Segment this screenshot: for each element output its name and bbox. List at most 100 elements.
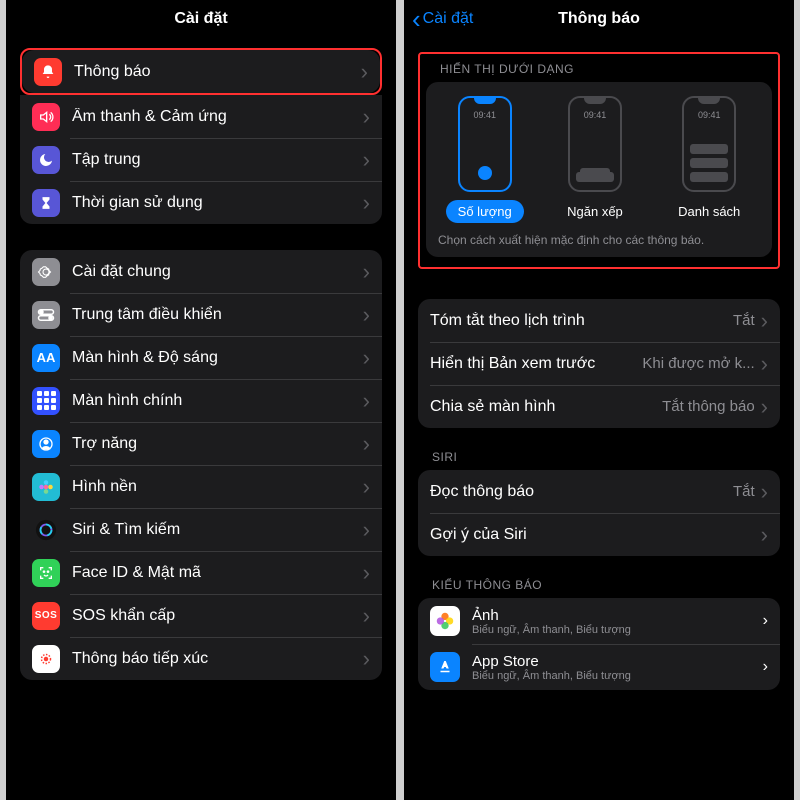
chevron-left-icon: ‹ — [412, 6, 421, 32]
chevron-right-icon: › — [363, 106, 370, 128]
app-name: App Store — [472, 653, 763, 670]
settings-row-controlcenter[interactable]: Trung tâm điều khiển › — [20, 293, 382, 336]
moon-icon — [32, 146, 60, 174]
row-value: Tắt — [733, 483, 755, 500]
app-row[interactable]: App StoreBiểu ngữ, Âm thanh, Biểu tượng› — [418, 644, 780, 690]
row-label: Tập trung — [72, 151, 357, 169]
nav-bar: ‹ Cài đặt Thông báo — [404, 0, 794, 38]
nav-title: Cài đặt — [174, 10, 227, 28]
app-sub: Biểu ngữ, Âm thanh, Biểu tượng — [472, 624, 763, 636]
highlight-box: HIỂN THỊ DƯỚI DẠNG09:41Số lượng09:41Ngăn… — [418, 52, 780, 269]
nav-title: Thông báo — [558, 10, 640, 28]
row-value: Tắt thông báo — [662, 398, 755, 415]
chevron-right-icon: › — [363, 347, 370, 369]
settings-row-siri[interactable]: Siri & Tìm kiếm › — [20, 508, 382, 551]
row-label: Hiển thị Bản xem trước — [430, 355, 634, 373]
gear-icon — [32, 258, 60, 286]
settings-row[interactable]: Tóm tắt theo lịch trìnhTắt› — [418, 299, 780, 342]
row-label: Trung tâm điều khiển — [72, 306, 357, 324]
chevron-right-icon: › — [363, 605, 370, 627]
display-option-list[interactable]: 09:41 Danh sách — [666, 96, 752, 223]
row-label: Màn hình chính — [72, 392, 357, 410]
exposure-icon — [32, 645, 60, 673]
row-label: Chia sẻ màn hình — [430, 398, 654, 416]
settings-row[interactable]: Chia sẻ màn hình Tắt thông báo › — [418, 385, 780, 428]
chevron-right-icon: › — [363, 519, 370, 541]
settings-row-faceid[interactable]: Face ID & Mật mã › — [20, 551, 382, 594]
settings-row-sounds[interactable]: Âm thanh & Cảm ứng› — [20, 95, 382, 138]
phone-preview-icon: 09:41 — [458, 96, 512, 192]
section-header-siri: SIRI — [432, 450, 776, 464]
notification-style-group: ẢnhBiểu ngữ, Âm thanh, Biểu tượng›App St… — [418, 598, 780, 690]
display-option-label: Số lượng — [446, 200, 524, 223]
siri-icon — [32, 516, 60, 544]
siri-group: Đọc thông báoTắt›Gợi ý của Siri› — [418, 470, 780, 556]
chevron-right-icon: › — [363, 149, 370, 171]
chevron-right-icon: › — [363, 433, 370, 455]
row-label: Cài đặt chung — [72, 263, 357, 281]
section-header-display-as: HIỂN THỊ DƯỚI DẠNG — [440, 62, 768, 76]
row-label: Thời gian sử dụng — [72, 194, 357, 212]
back-button[interactable]: ‹ Cài đặt — [412, 0, 473, 38]
settings-row[interactable]: Hiển thị Bản xem trước Khi được mở k... › — [418, 342, 780, 385]
display-option-label: Danh sách — [666, 200, 752, 223]
chevron-right-icon: › — [363, 390, 370, 412]
row-label: Face ID & Mật mã — [72, 564, 357, 582]
face-icon — [32, 559, 60, 587]
app-meta: ẢnhBiểu ngữ, Âm thanh, Biểu tượng — [472, 607, 763, 636]
highlight-box: Thông báo › — [20, 48, 382, 95]
notifications-screen: ‹ Cài đặt Thông báo HIỂN THỊ DƯỚI DẠNG 09… — [404, 0, 794, 800]
settings-row-screentime[interactable]: Thời gian sử dụng › — [20, 181, 382, 224]
chevron-right-icon: › — [361, 61, 368, 83]
hourglass-icon — [32, 189, 60, 217]
display-option-label: Ngăn xếp — [555, 200, 635, 223]
row-label: Thông báo tiếp xúc — [72, 650, 357, 668]
app-sub: Biểu ngữ, Âm thanh, Biểu tượng — [472, 670, 763, 682]
AA-icon: AA — [32, 344, 60, 372]
settings-row-display[interactable]: AA Màn hình & Độ sáng › — [20, 336, 382, 379]
person-icon — [32, 430, 60, 458]
chevron-right-icon: › — [761, 396, 768, 418]
settings-row-accessibility[interactable]: Trợ năng› — [20, 422, 382, 465]
settings-row-wallpaper[interactable]: Hình nền› — [20, 465, 382, 508]
bell-icon — [34, 58, 62, 86]
chevron-right-icon: › — [761, 310, 768, 332]
notification-settings-group: Tóm tắt theo lịch trìnhTắt›Hiển thị Bản … — [418, 299, 780, 428]
app-name: Ảnh — [472, 607, 763, 624]
settings-group: Âm thanh & Cảm ứng›Tập trung›Thời gian s… — [20, 95, 382, 224]
flower-icon — [32, 473, 60, 501]
settings-row-focus[interactable]: Tập trung › — [20, 138, 382, 181]
switches-icon — [32, 301, 60, 329]
SOS-icon: SOS — [32, 602, 60, 630]
settings-row-homescreen[interactable]: Màn hình chính › — [20, 379, 382, 422]
row-label: Gợi ý của Siri — [430, 526, 755, 544]
settings-row-exposure[interactable]: Thông báo tiếp xúc› — [20, 637, 382, 680]
grid-icon — [32, 387, 60, 415]
row-label: Siri & Tìm kiếm — [72, 521, 357, 539]
row-label: Màn hình & Độ sáng — [72, 349, 357, 367]
phone-preview-icon: 09:41 — [682, 96, 736, 192]
settings-row-general[interactable]: Cài đặt chung › — [20, 250, 382, 293]
display-option-count[interactable]: 09:41 Số lượng — [446, 96, 524, 223]
chevron-right-icon: › — [363, 192, 370, 214]
row-label: Hình nền — [72, 478, 357, 496]
settings-row[interactable]: Gợi ý của Siri › — [418, 513, 780, 556]
chevron-right-icon: › — [761, 481, 768, 503]
chevron-right-icon: › — [761, 524, 768, 546]
chevron-right-icon: › — [363, 304, 370, 326]
chevron-right-icon: › — [363, 261, 370, 283]
settings-row-sos[interactable]: SOS SOS khẩn cấp › — [20, 594, 382, 637]
app-row[interactable]: ẢnhBiểu ngữ, Âm thanh, Biểu tượng› — [418, 598, 780, 644]
settings-screen: Cài đặt Thông báo›Âm thanh & Cảm ứng›Tập… — [6, 0, 396, 800]
row-label: SOS khẩn cấp — [72, 607, 357, 625]
chevron-right-icon: › — [761, 353, 768, 375]
row-value: Khi được mở k... — [642, 355, 754, 372]
chevron-right-icon: › — [363, 562, 370, 584]
display-as-group: 09:41 Số lượng 09:41Ngăn xếp 09:41 Danh sách… — [426, 82, 772, 257]
row-label: Thông báo — [74, 63, 355, 81]
photos-icon — [430, 606, 460, 636]
display-option-stack[interactable]: 09:41Ngăn xếp — [555, 96, 635, 223]
settings-group: Cài đặt chung › Trung tâm điều khiển › AA Màn… — [20, 250, 382, 680]
settings-row-notifications[interactable]: Thông báo › — [22, 50, 380, 93]
settings-row[interactable]: Đọc thông báoTắt› — [418, 470, 780, 513]
